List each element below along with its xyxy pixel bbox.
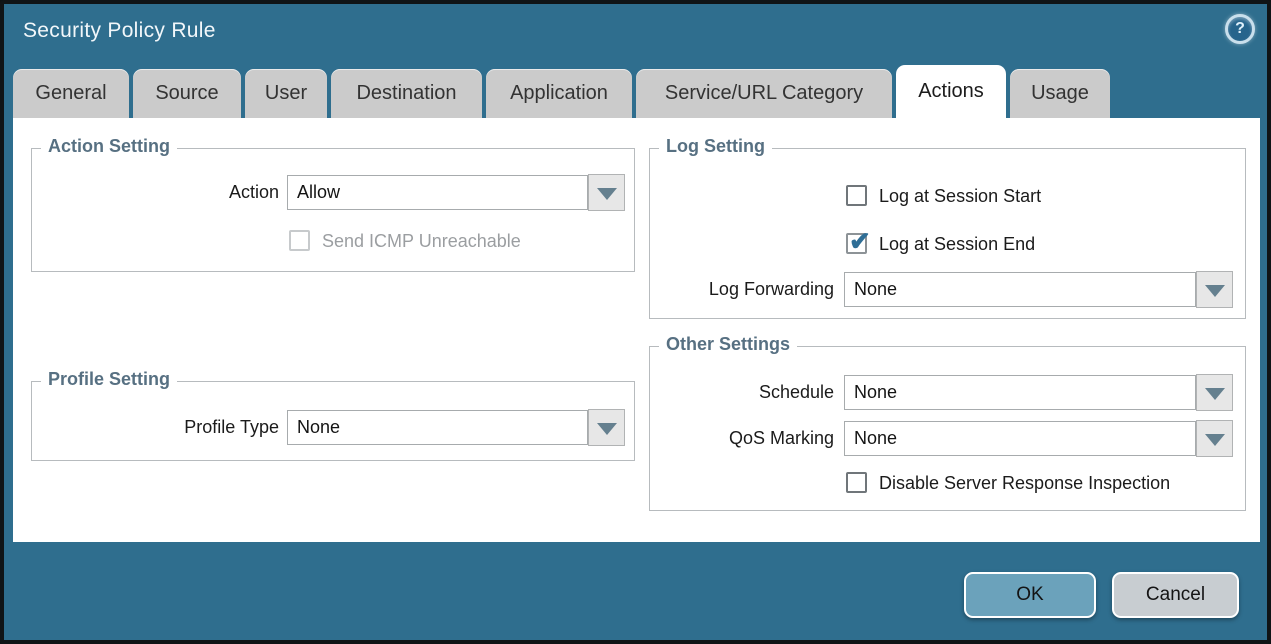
tab-source[interactable]: Source [133, 69, 241, 118]
qos-marking-combo-value[interactable]: None [844, 421, 1196, 456]
send-icmp-unreachable-label: Send ICMP Unreachable [322, 230, 521, 252]
log-at-session-start-label: Log at Session Start [879, 185, 1041, 207]
actions-tab-panel: Action Setting Action Allow Send ICMP Un… [13, 118, 1260, 542]
log-forwarding-dropdown-button[interactable] [1196, 271, 1233, 308]
dialog-title: Security Policy Rule [23, 19, 216, 43]
chevron-down-icon [1205, 285, 1225, 297]
tab-application[interactable]: Application [486, 69, 632, 118]
help-icon[interactable]: ? [1225, 14, 1255, 44]
tab-destination[interactable]: Destination [331, 69, 482, 118]
qos-marking-dropdown-button[interactable] [1196, 420, 1233, 457]
schedule-label: Schedule [650, 375, 834, 410]
chevron-down-icon [597, 188, 617, 200]
tab-general[interactable]: General [13, 69, 129, 118]
other-settings-legend: Other Settings [659, 334, 797, 355]
chevron-down-icon [1205, 434, 1225, 446]
other-settings-group: Other Settings Schedule None QoS Marking… [649, 346, 1246, 511]
action-label: Action [32, 175, 279, 210]
chevron-down-icon [1205, 388, 1225, 400]
schedule-combo-value[interactable]: None [844, 375, 1196, 410]
send-icmp-unreachable-checkbox [289, 230, 310, 251]
tab-bar: General Source User Destination Applicat… [13, 65, 1110, 118]
log-forwarding-combo-value[interactable]: None [844, 272, 1196, 307]
cancel-button[interactable]: Cancel [1112, 572, 1239, 618]
log-setting-group: Log Setting Log at Session Start Log at … [649, 148, 1246, 319]
ok-button[interactable]: OK [964, 572, 1096, 618]
log-forwarding-label: Log Forwarding [650, 272, 834, 307]
tab-usage[interactable]: Usage [1010, 69, 1110, 118]
profile-type-label: Profile Type [32, 410, 279, 445]
schedule-dropdown-button[interactable] [1196, 374, 1233, 411]
disable-server-response-inspection-label: Disable Server Response Inspection [879, 472, 1170, 494]
profile-type-dropdown-button[interactable] [588, 409, 625, 446]
log-at-session-end-label: Log at Session End [879, 233, 1035, 255]
profile-setting-group: Profile Setting Profile Type None [31, 381, 635, 461]
chevron-down-icon [597, 423, 617, 435]
tab-user[interactable]: User [245, 69, 327, 118]
qos-marking-label: QoS Marking [650, 421, 834, 456]
action-combo-value[interactable]: Allow [287, 175, 588, 210]
action-combo-dropdown-button[interactable] [588, 174, 625, 211]
profile-setting-legend: Profile Setting [41, 369, 177, 390]
log-at-session-end-checkbox[interactable] [846, 233, 867, 254]
log-at-session-start-checkbox[interactable] [846, 185, 867, 206]
security-policy-rule-dialog: Security Policy Rule ? General Source Us… [0, 0, 1271, 644]
action-setting-group: Action Setting Action Allow Send ICMP Un… [31, 148, 635, 272]
log-setting-legend: Log Setting [659, 136, 772, 157]
tab-actions[interactable]: Actions [896, 65, 1006, 118]
action-setting-legend: Action Setting [41, 136, 177, 157]
profile-type-combo-value[interactable]: None [287, 410, 588, 445]
disable-server-response-inspection-checkbox[interactable] [846, 472, 867, 493]
tab-service-url-category[interactable]: Service/URL Category [636, 69, 892, 118]
